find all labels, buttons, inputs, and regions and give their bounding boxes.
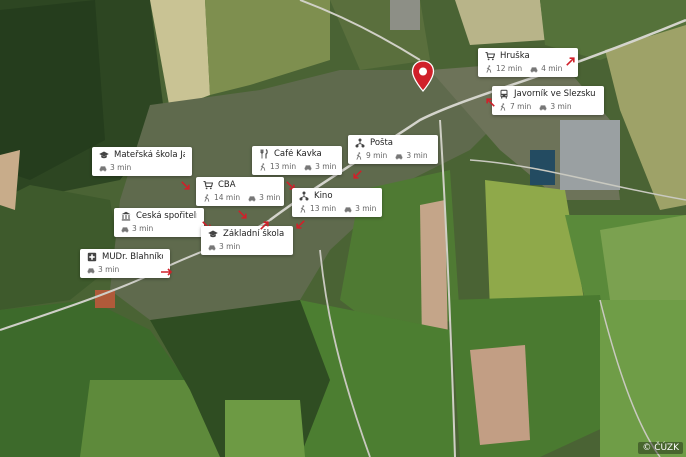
walking-icon (356, 151, 362, 160)
cart-icon (485, 51, 495, 61)
car-time-value: 3 min (355, 204, 377, 213)
car-time-value: 3 min (259, 193, 281, 202)
cart-icon (203, 180, 213, 190)
poi-card-posta[interactable]: Pošta 9 min 3 min (348, 135, 438, 164)
car-time: 3 min (344, 204, 376, 213)
poi-pointer-arrow-icon (179, 176, 193, 190)
poi-card-hruska[interactable]: Hruška 12 min 4 min (478, 48, 578, 77)
car-icon (208, 244, 216, 250)
walk-time: 13 min (299, 204, 336, 213)
bank-icon (121, 211, 131, 221)
poi-card-cafe-kavka[interactable]: Café Kavka 13 min 3 min (252, 146, 342, 175)
poi-pointer-arrow-icon (483, 92, 497, 107)
poi-pointer-arrow-icon (160, 262, 174, 276)
poi-name: Pošta (370, 138, 393, 148)
poi-name: Café Kavka (274, 149, 322, 159)
walk-time: 7 min (499, 102, 531, 111)
walking-icon (486, 64, 492, 73)
graduation-cap-icon (99, 150, 109, 160)
poi-card-kino[interactable]: Kino 13 min 3 min (292, 188, 382, 217)
poi-pointer-arrow-icon (284, 176, 298, 190)
poi-name: Hruška (500, 51, 530, 61)
aerial-imagery (0, 0, 686, 457)
walk-time-value: 13 min (270, 162, 297, 171)
poi-card-zakladni-skola-ja[interactable]: Základní škola Ja... 3 min (201, 226, 293, 255)
car-time-value: 3 min (110, 163, 132, 172)
car-icon (304, 164, 312, 170)
walk-time: 12 min (485, 64, 522, 73)
walking-icon (300, 204, 306, 213)
car-time-value: 3 min (98, 265, 120, 274)
bus-icon (499, 89, 509, 99)
walk-time-value: 14 min (214, 193, 241, 202)
walk-time-value: 12 min (496, 64, 523, 73)
network-icon (355, 138, 365, 148)
poi-name: Mateřská škola Ja... (114, 150, 185, 160)
car-time-value: 3 min (315, 162, 337, 171)
poi-card-materska-skola-ja[interactable]: Mateřská škola Ja... 3 min (92, 147, 192, 176)
car-time-value: 3 min (132, 224, 154, 233)
poi-card-ceska-sporitelna[interactable]: Česká spořitelna 3 min (114, 208, 204, 237)
graduation-cap-icon (208, 229, 218, 239)
car-time: 3 min (539, 102, 572, 111)
poi-card-mudr-blahnikova[interactable]: MUDr. Blahníková... 3 min (80, 249, 170, 278)
copyright-notice: © ČÚZK (638, 442, 683, 454)
car-icon (248, 195, 256, 201)
car-icon (395, 153, 403, 159)
walking-icon (204, 193, 210, 202)
walk-time-value: 13 min (310, 204, 337, 213)
poi-name: CBA (218, 180, 236, 190)
walk-time-value: 9 min (366, 151, 388, 160)
car-time: 3 min (304, 162, 336, 171)
cutlery-icon (259, 149, 269, 159)
walking-icon (260, 162, 266, 171)
car-time-value: 4 min (541, 64, 563, 73)
network-icon (299, 191, 309, 201)
walk-time: 9 min (355, 151, 387, 160)
poi-name: MUDr. Blahníková... (102, 252, 163, 262)
car-time: 3 min (121, 224, 153, 233)
car-icon (539, 104, 547, 110)
car-time-value: 3 min (219, 242, 241, 251)
poi-pointer-arrow-icon (258, 215, 272, 230)
poi-name: Kino (314, 191, 333, 201)
car-time: 3 min (87, 265, 119, 274)
poi-pointer-arrow-icon (350, 165, 364, 179)
walk-time: 14 min (203, 193, 240, 202)
poi-card-cba[interactable]: CBA 14 min 3 min (196, 177, 284, 206)
map-view[interactable]: Hruška 12 min 4 min Javorník ve Slezsku 7 mi… (0, 0, 686, 457)
poi-pointer-arrow-icon (293, 215, 307, 229)
car-icon (530, 66, 538, 72)
poi-pointer-arrow-icon (200, 216, 214, 230)
car-time: 4 min (530, 64, 562, 73)
medical-cross-icon (87, 252, 97, 262)
car-time: 3 min (248, 193, 280, 202)
car-time: 3 min (99, 163, 131, 172)
poi-name: Základní škola Ja... (223, 229, 286, 239)
car-time-value: 3 min (406, 151, 428, 160)
car-icon (87, 267, 95, 273)
location-pin-icon[interactable] (411, 60, 435, 92)
walk-time-value: 7 min (510, 102, 532, 111)
walk-time: 13 min (259, 162, 296, 171)
poi-name: Javorník ve Slezsku (514, 89, 596, 99)
poi-pointer-arrow-icon (564, 51, 578, 66)
car-time-value: 3 min (550, 102, 572, 111)
car-time: 3 min (208, 242, 240, 251)
poi-card-javornik-ve-slezsku[interactable]: Javorník ve Slezsku 7 min 3 min (492, 86, 604, 115)
walking-icon (500, 102, 506, 111)
car-time: 3 min (395, 151, 428, 160)
poi-name: Česká spořitelna (136, 211, 197, 221)
car-icon (121, 226, 129, 232)
car-icon (344, 206, 352, 212)
car-icon (99, 165, 107, 171)
poi-pointer-arrow-icon (236, 205, 250, 219)
